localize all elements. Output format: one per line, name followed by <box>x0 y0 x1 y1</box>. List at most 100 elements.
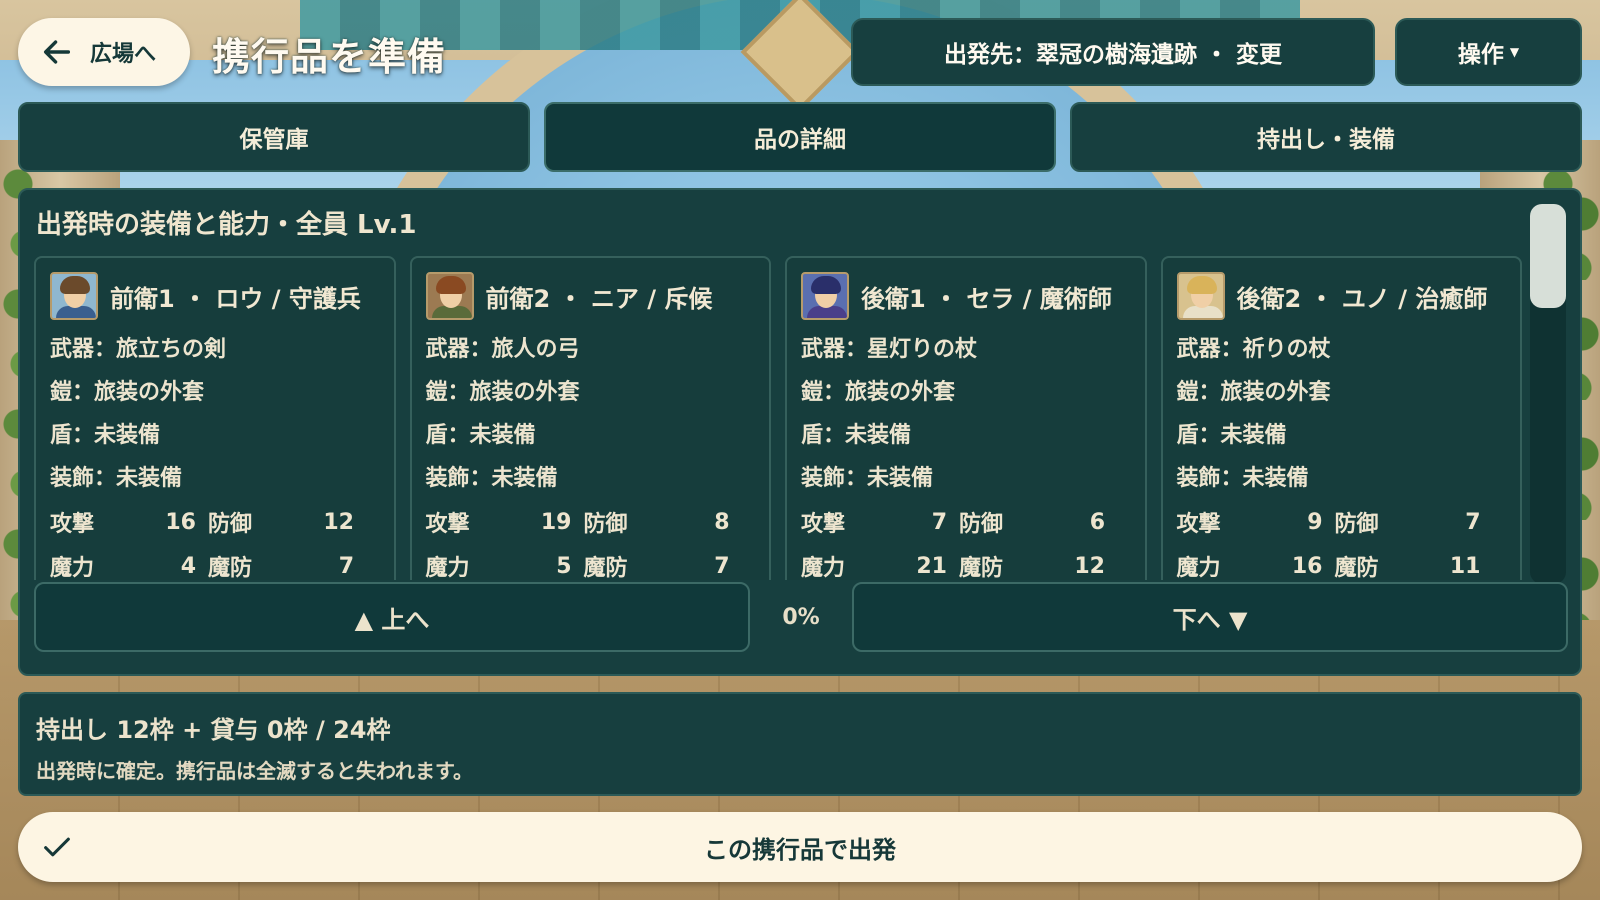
attack-value: 16 <box>165 509 196 535</box>
scroll-controls: ▲ 上へ 0% 下へ ▼ <box>34 582 1568 652</box>
weapon-slot: 武器：旅人の弓 <box>425 337 580 362</box>
party-card: 前衛1 ・ ロウ / 守護兵 武器：旅立ちの剣 鎧：旅装の外套 盾：未装備 装飾… <box>34 256 396 580</box>
weapon-slot: 武器：旅立ちの剣 <box>50 337 227 362</box>
character-portrait <box>425 272 474 320</box>
weapon-slot: 武器：祈りの杖 <box>1176 337 1331 362</box>
stat-label: 防御 <box>959 512 1004 537</box>
scroll-up-label: ▲ 上へ <box>354 605 430 634</box>
stat-label: 魔防 <box>1334 556 1379 580</box>
weapon-slot: 武器：星灯りの杖 <box>801 337 978 362</box>
armor-slot: 鎧：旅装の外套 <box>801 380 956 405</box>
stat-label: 魔防 <box>208 556 253 580</box>
stat-label: 防御 <box>1334 512 1379 537</box>
accessory-slot: 装飾：未装備 <box>425 466 558 491</box>
destination-change-button[interactable]: 出発先：翠冠の樹海遺跡 ・ 変更 <box>851 18 1375 86</box>
scrollbar[interactable] <box>1530 204 1566 584</box>
section-title: 出発時の装備と能力・全員 Lv.1 <box>36 210 417 240</box>
check-icon <box>44 837 70 857</box>
defense-value: 12 <box>323 509 354 535</box>
stats-row-physical: 攻撃 19 防御 8 <box>426 500 756 544</box>
attack-value: 19 <box>540 509 572 535</box>
armor-slot: 鎧：旅装の外套 <box>1176 380 1331 405</box>
scroll-down-label: 下へ ▼ <box>1172 605 1248 634</box>
armor-slot: 鎧：旅装の外套 <box>50 380 205 405</box>
party-card: 前衛2 ・ ニア / 斥候 武器：旅人の弓 鎧：旅装の外套 盾：未装備 装飾：未… <box>409 256 771 581</box>
party-cards: 前衛1 ・ ロウ / 守護兵 武器：旅立ちの剣 鎧：旅装の外套 盾：未装備 装飾… <box>34 256 1522 580</box>
operations-menu-button[interactable]: 操作 ▼ <box>1395 18 1582 86</box>
stat-label: 防御 <box>208 512 253 537</box>
tab-label: 品の詳細 <box>754 127 846 153</box>
character-name: 後衛2 ・ ユノ / 治癒師 <box>1236 284 1488 313</box>
stat-label: 防御 <box>583 512 628 537</box>
tab-item-details[interactable]: 品の詳細 <box>544 102 1056 172</box>
capacity-info-panel: 持出し 12枠 + 貸与 0枠 / 24枠 出発時に確定。携行品は全滅すると失わ… <box>18 692 1582 796</box>
magic-value: 4 <box>180 553 196 579</box>
capacity-text: 持出し 12枠 + 貸与 0枠 / 24枠 <box>36 716 391 744</box>
back-to-plaza-button[interactable]: 広場へ <box>18 18 190 86</box>
stat-label: 魔力 <box>801 556 846 580</box>
tab-bar: 保管庫 品の詳細 持出し・装備 <box>18 102 1582 172</box>
stat-label: 魔力 <box>50 556 95 580</box>
stat-label: 魔防 <box>959 556 1004 580</box>
accessory-slot: 装飾：未装備 <box>50 466 183 491</box>
stat-label: 攻撃 <box>425 512 470 537</box>
party-equipment-panel: 出発時の装備と能力・全員 Lv.1 前衛1 ・ ロウ / 守護兵 武器：旅立ちの… <box>18 188 1582 676</box>
character-portrait <box>1176 272 1225 320</box>
shield-slot: 盾：未装備 <box>425 423 536 448</box>
arrow-left-icon <box>43 40 71 64</box>
ops-label: 操作 <box>1457 42 1504 68</box>
magic-value: 5 <box>556 553 572 579</box>
tab-label: 保管庫 <box>239 127 309 153</box>
character-name: 前衛1 ・ ロウ / 守護兵 <box>110 284 361 313</box>
tab-carry-equip[interactable]: 持出し・装備 <box>1070 102 1582 172</box>
stat-label: 魔力 <box>425 556 470 580</box>
magic-defense-value: 12 <box>1074 553 1105 579</box>
page-title: 携行品を準備 <box>212 35 447 79</box>
defense-value: 6 <box>1089 509 1105 535</box>
magic-value: 21 <box>916 553 947 579</box>
stats-row-physical: 攻撃 16 防御 12 <box>50 500 380 544</box>
accessory-slot: 装飾：未装備 <box>801 466 934 491</box>
magic-defense-value: 7 <box>714 553 730 579</box>
stats-row-magic: 魔力 16 魔防 11 <box>1176 544 1507 581</box>
defense-value: 7 <box>1465 509 1481 535</box>
scroll-down-button[interactable]: 下へ ▼ <box>852 582 1568 652</box>
caret-down-icon: ▼ <box>1509 45 1520 59</box>
magic-defense-value: 7 <box>338 553 354 579</box>
tab-storage[interactable]: 保管庫 <box>18 102 530 172</box>
stat-label: 攻撃 <box>801 512 846 537</box>
magic-defense-value: 11 <box>1449 553 1481 579</box>
magic-value: 16 <box>1291 553 1323 579</box>
stat-label: 魔防 <box>583 556 628 580</box>
character-name: 前衛2 ・ ニア / 斥候 <box>485 284 713 313</box>
armor-slot: 鎧：旅装の外套 <box>425 380 580 405</box>
scrollbar-thumb[interactable] <box>1530 204 1566 308</box>
character-name: 後衛1 ・ セラ / 魔術師 <box>861 284 1112 313</box>
stat-label: 攻撃 <box>1176 512 1221 537</box>
shield-slot: 盾：未装備 <box>50 423 161 448</box>
stats-row-magic: 魔力 4 魔防 7 <box>50 544 380 581</box>
scroll-up-button[interactable]: ▲ 上へ <box>34 582 750 652</box>
depart-button[interactable]: この携行品で出発 <box>18 812 1582 882</box>
defense-value: 8 <box>714 509 730 535</box>
destination-label: 出発先：翠冠の樹海遺跡 ・ 変更 <box>943 42 1282 68</box>
stats-row-magic: 魔力 21 魔防 12 <box>801 544 1131 581</box>
attack-value: 7 <box>931 509 947 535</box>
character-portrait <box>801 272 849 320</box>
shield-slot: 盾：未装備 <box>1176 423 1287 448</box>
tab-label: 持出し・装備 <box>1257 127 1395 153</box>
attack-value: 9 <box>1307 509 1323 535</box>
stat-label: 魔力 <box>1176 556 1221 580</box>
stats-row-magic: 魔力 5 魔防 7 <box>425 544 756 581</box>
stat-label: 攻撃 <box>50 512 95 537</box>
party-card: 後衛2 ・ ユノ / 治癒師 武器：祈りの杖 鎧：旅装の外套 盾：未装備 装飾：… <box>1160 256 1522 581</box>
stats-row-physical: 攻撃 7 防御 6 <box>801 500 1131 544</box>
shield-slot: 盾：未装備 <box>801 423 912 448</box>
loss-warning-text: 出発時に確定。携行品は全滅すると失われます。 <box>36 759 473 783</box>
accessory-slot: 装飾：未装備 <box>1176 466 1309 491</box>
character-portrait <box>50 272 98 320</box>
depart-label: この携行品で出発 <box>704 835 896 864</box>
stats-row-physical: 攻撃 9 防御 7 <box>1177 500 1507 544</box>
party-card: 後衛1 ・ セラ / 魔術師 武器：星灯りの杖 鎧：旅装の外套 盾：未装備 装飾… <box>785 256 1147 580</box>
back-button-label: 広場へ <box>90 42 157 67</box>
